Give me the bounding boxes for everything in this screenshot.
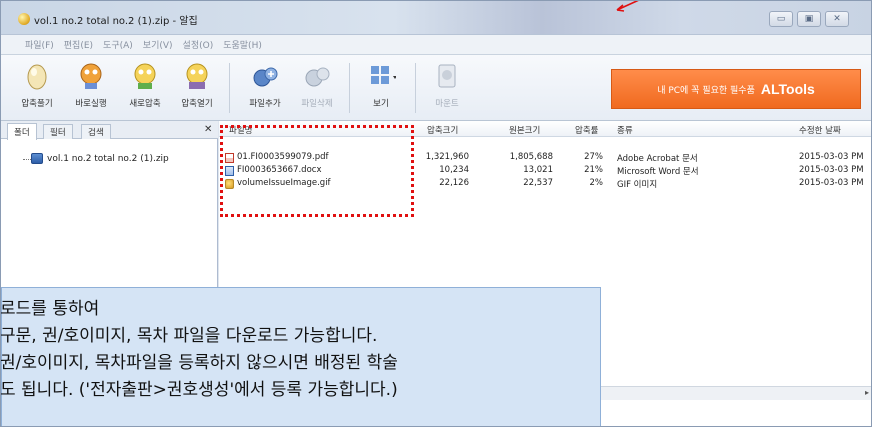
col-original-size[interactable]: 원본크기 — [509, 124, 540, 136]
menu-edit[interactable]: 편집(E) — [64, 38, 93, 51]
menu-file[interactable]: 파일(F) — [25, 38, 54, 51]
open-archive-button[interactable]: 압축열기 — [171, 61, 223, 109]
close-icon: ✕ — [833, 14, 841, 24]
delete-file-button[interactable]: 파일삭제 — [291, 61, 343, 109]
view-grid-icon — [366, 61, 397, 91]
tab-folder[interactable]: 폴더 — [7, 123, 37, 140]
menu-bar: 파일(F) 편집(E) 도구(A) 보기(V) 설정(O) 도움말(H) — [1, 35, 871, 55]
minimize-icon: ▭ — [776, 14, 786, 24]
col-type[interactable]: 종류 — [617, 124, 633, 136]
archive-icon — [31, 153, 43, 164]
toolbar: 압축풀기 바로실행 새로압축 압축열기 파일추가 파일삭제 보기 마운트 내 P… — [1, 55, 871, 121]
new-compress-button[interactable]: 새로압축 — [119, 61, 171, 109]
compress-character-icon — [130, 61, 160, 91]
altools-ad-banner[interactable]: 내 PC에 꼭 필요한 필수품 ALTools — [611, 69, 861, 109]
red-dotted-highlight — [220, 125, 414, 217]
note-line: 권/호이미지, 목차파일을 등록하지 않으시면 배정된 학술 — [0, 353, 398, 373]
col-packed-size[interactable]: 압축크기 — [427, 124, 458, 136]
window-title: vol.1 no.2 total no.2 (1).zip - 알집 — [34, 16, 198, 27]
menu-help[interactable]: 도움말(H) — [223, 38, 262, 51]
quick-run-button[interactable]: 바로실행 — [65, 61, 117, 109]
minimize-button[interactable]: ▭ — [769, 11, 793, 27]
run-character-icon — [76, 61, 106, 91]
col-ratio[interactable]: 압축률 — [575, 124, 598, 136]
mount-disc-icon — [432, 61, 462, 91]
view-button[interactable]: 보기 — [355, 61, 407, 109]
toolbar-separator — [349, 63, 350, 113]
panel-close-icon[interactable]: ✕ — [204, 124, 212, 135]
title-bar[interactable]: vol.1 no.2 total no.2 (1).zip - 알집 ▭ ▣ ✕ — [1, 1, 871, 35]
red-arrow-icon — [616, 1, 639, 12]
alzip-window: vol.1 no.2 total no.2 (1).zip - 알집 ▭ ▣ ✕… — [0, 0, 872, 427]
add-file-button[interactable]: 파일추가 — [239, 61, 291, 109]
toolbar-separator — [415, 63, 416, 113]
tab-filter[interactable]: 필터 — [43, 124, 73, 139]
alzip-app-icon — [18, 13, 30, 25]
toolbar-separator — [229, 63, 230, 113]
add-file-icon — [250, 61, 280, 91]
left-tab-bar: 폴더 필터 검색 ✕ — [1, 121, 218, 140]
maximize-icon: ▣ — [804, 14, 814, 24]
scroll-right-icon[interactable]: ▸ — [865, 388, 869, 397]
tree-item-label: vol.1 no.2 total no.2 (1).zip — [47, 153, 169, 164]
open-archive-icon — [182, 61, 212, 91]
note-line: 로드를 통하여 — [0, 299, 100, 319]
extract-button[interactable]: 압축풀기 — [11, 61, 63, 109]
col-date[interactable]: 수정한 날짜 — [799, 124, 841, 136]
menu-view[interactable]: 보기(V) — [143, 38, 173, 51]
egg-icon — [22, 61, 52, 91]
instruction-note: 로드를 통하여 구문, 권/호이미지, 목차 파일을 다운로드 가능합니다. 권… — [0, 287, 601, 426]
close-button[interactable]: ✕ — [825, 11, 849, 27]
delete-file-icon — [302, 61, 332, 91]
menu-settings[interactable]: 설정(O) — [183, 38, 214, 51]
tab-search[interactable]: 검색 — [81, 124, 111, 139]
tree-connector — [23, 159, 31, 160]
note-line: 도 됩니다. ('전자출판>권호생성'에서 등록 가능합니다.) — [0, 380, 398, 400]
maximize-button[interactable]: ▣ — [797, 11, 821, 27]
tree-item-archive[interactable]: vol.1 no.2 total no.2 (1).zip — [31, 153, 169, 164]
mount-button[interactable]: 마운트 — [421, 61, 473, 109]
note-line: 구문, 권/호이미지, 목차 파일을 다운로드 가능합니다. — [0, 326, 378, 346]
menu-tools[interactable]: 도구(A) — [103, 38, 133, 51]
